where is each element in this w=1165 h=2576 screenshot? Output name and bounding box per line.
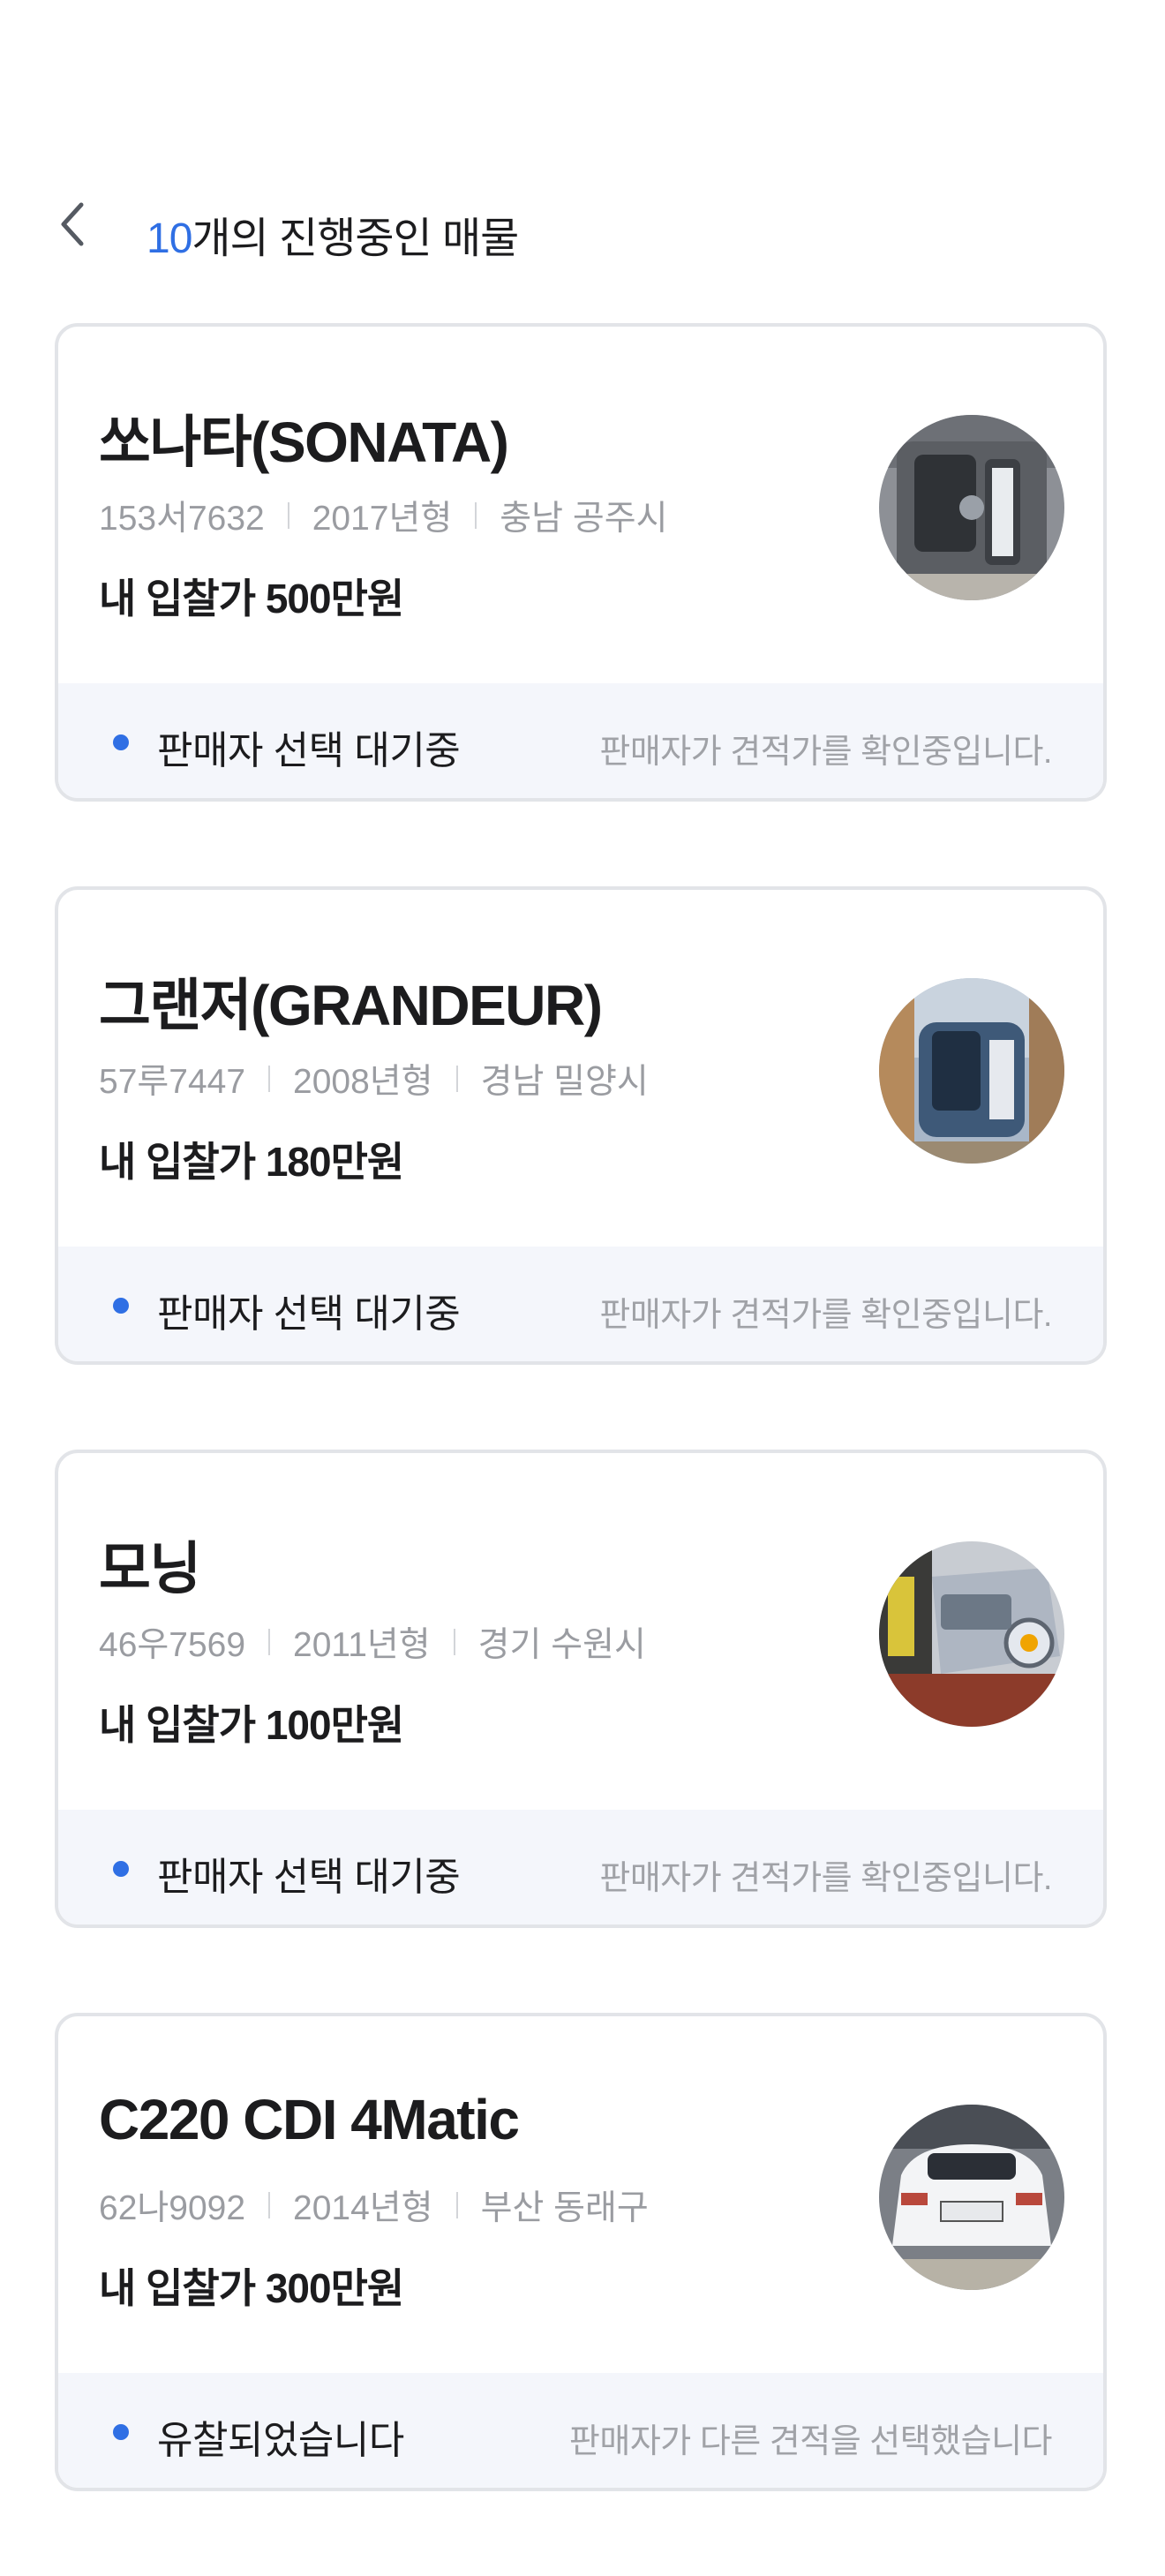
back-button[interactable] xyxy=(44,196,101,252)
status-description: 판매자가 견적가를 확인중입니다. xyxy=(599,1297,1052,1334)
meta-divider xyxy=(287,502,289,529)
location: 경기 수원시 xyxy=(477,1626,646,1664)
car-name: 모닝 xyxy=(99,1537,201,1601)
car-name: 그랜저(GRANDEUR) xyxy=(99,974,603,1037)
plate-number: 57루7447 xyxy=(99,1063,246,1101)
page-title: 10개의 진행중인 매물 xyxy=(147,203,519,265)
location: 충남 공주시 xyxy=(500,500,668,538)
meta-divider xyxy=(268,1629,271,1655)
listing-list: 쏘나타(SONATA) 153서7632 2017년형 충남 공주시 내 입찰가… xyxy=(55,323,1107,2576)
status-description: 판매자가 견적가를 확인중입니다. xyxy=(599,734,1052,771)
car-photo xyxy=(879,1541,1064,1727)
status-label: 판매자 선택 대기중 xyxy=(157,1856,461,1899)
car-meta: 62나9092 2014년형 부산 동래구 xyxy=(99,2181,649,2230)
status-bar: 판매자 선택 대기중 판매자가 견적가를 확인중입니다. xyxy=(58,1247,1103,1361)
meta-divider xyxy=(268,2192,271,2218)
plate-number: 46우7569 xyxy=(99,1626,246,1664)
status-description: 판매자가 다른 견적을 선택했습니다 xyxy=(568,2423,1053,2460)
listing-card[interactable]: C220 CDI 4Matic 62나9092 2014년형 부산 동래구 내 … xyxy=(55,2013,1107,2491)
car-meta: 153서7632 2017년형 충남 공주시 xyxy=(99,491,668,540)
plate-number: 153서7632 xyxy=(99,500,265,538)
status-label: 판매자 선택 대기중 xyxy=(157,729,461,772)
car-name: 쏘나타(SONATA) xyxy=(99,411,509,474)
status-bar: 유찰되었습니다 판매자가 다른 견적을 선택했습니다 xyxy=(58,2373,1103,2488)
listing-card[interactable]: 쏘나타(SONATA) 153서7632 2017년형 충남 공주시 내 입찰가… xyxy=(55,323,1107,802)
status-bar: 판매자 선택 대기중 판매자가 견적가를 확인중입니다. xyxy=(58,1810,1103,1924)
meta-divider xyxy=(455,1066,458,1092)
model-year: 2008년형 xyxy=(293,1063,433,1101)
car-photo xyxy=(879,2105,1064,2290)
car-meta: 46우7569 2011년형 경기 수원시 xyxy=(99,1617,646,1667)
meta-divider xyxy=(453,1629,455,1655)
car-photo xyxy=(879,415,1064,600)
my-bid: 내 입찰가 100만원 xyxy=(99,1702,404,1748)
car-meta: 57루7447 2008년형 경남 밀양시 xyxy=(99,1054,649,1103)
status-bar: 판매자 선택 대기중 판매자가 견적가를 확인중입니다. xyxy=(58,683,1103,798)
car-name: C220 CDI 4Matic xyxy=(99,2088,520,2151)
meta-divider xyxy=(475,502,477,529)
location: 경남 밀양시 xyxy=(480,1063,649,1101)
status-dot-icon xyxy=(113,1861,129,1877)
my-bid: 내 입찰가 300만원 xyxy=(99,2265,404,2311)
status-dot-icon xyxy=(113,2424,129,2440)
model-year: 2017년형 xyxy=(312,500,453,538)
top-bar: 10개의 진행중인 매물 xyxy=(0,177,1165,282)
status-label: 판매자 선택 대기중 xyxy=(157,1292,461,1336)
status-label: 유찰되었습니다 xyxy=(157,2419,404,2462)
model-year: 2011년형 xyxy=(293,1626,431,1664)
my-bid: 내 입찰가 500만원 xyxy=(99,576,404,621)
plate-number: 62나9092 xyxy=(99,2189,246,2227)
chevron-left-icon xyxy=(61,202,84,246)
location: 부산 동래구 xyxy=(480,2189,649,2227)
my-bid: 내 입찰가 180만원 xyxy=(99,1139,404,1185)
listing-count: 10 xyxy=(147,215,192,262)
status-dot-icon xyxy=(113,734,129,750)
meta-divider xyxy=(455,2192,458,2218)
status-dot-icon xyxy=(113,1298,129,1314)
listing-card[interactable]: 그랜저(GRANDEUR) 57루7447 2008년형 경남 밀양시 내 입찰… xyxy=(55,886,1107,1365)
meta-divider xyxy=(268,1066,271,1092)
model-year: 2014년형 xyxy=(293,2189,433,2227)
status-description: 판매자가 견적가를 확인중입니다. xyxy=(599,1860,1052,1897)
listing-card[interactable]: 모닝 46우7569 2011년형 경기 수원시 내 입찰가 100만원 판매자 xyxy=(55,1450,1107,1928)
car-photo xyxy=(879,978,1064,1164)
page-title-text: 개의 진행중인 매물 xyxy=(192,215,519,262)
